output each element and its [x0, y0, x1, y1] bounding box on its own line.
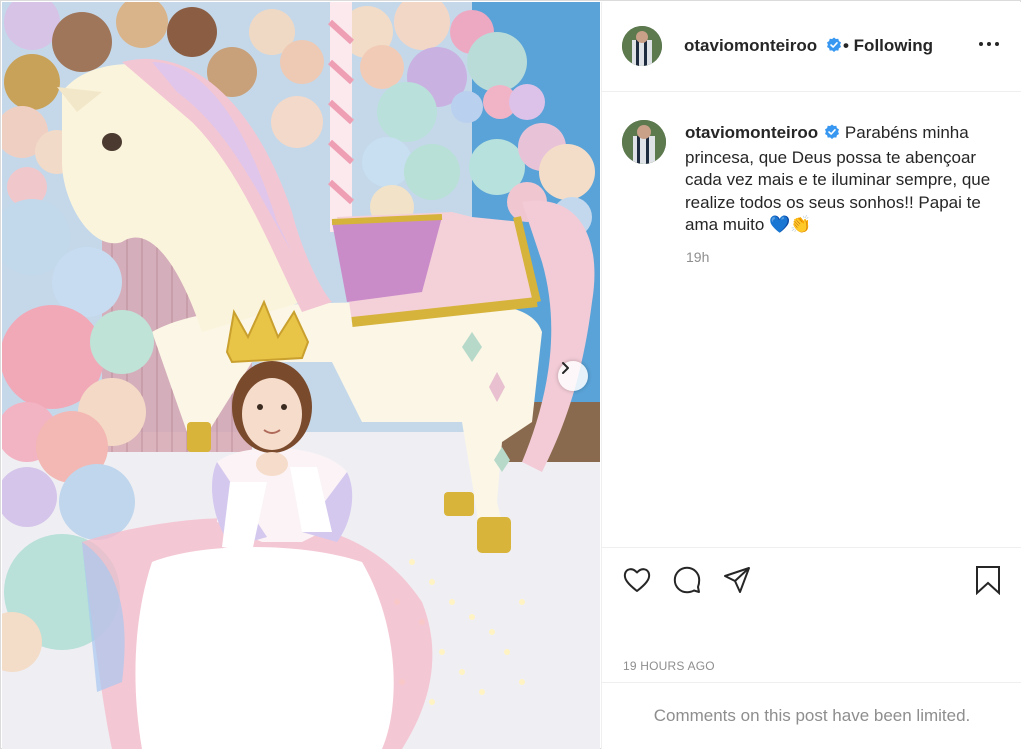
- verified-badge-icon: [826, 37, 842, 58]
- carousel-dot-active: [285, 723, 291, 729]
- post-photo[interactable]: [2, 2, 600, 749]
- carousel-dot: [305, 723, 311, 729]
- save-button[interactable]: [974, 565, 1002, 600]
- heart-icon: [623, 568, 651, 592]
- carousel-indicator: [285, 723, 311, 729]
- header-username-row: otaviomonteiroo: [684, 36, 842, 58]
- avatar[interactable]: [622, 26, 662, 66]
- verified-badge-icon: [824, 124, 840, 147]
- caption-time[interactable]: 19h: [686, 249, 709, 265]
- post-sidebar: otaviomonteiroo • Following otaviomontei…: [601, 2, 1021, 749]
- post-header: otaviomonteiroo • Following: [602, 2, 1021, 92]
- comments-limited-notice: Comments on this post have been limited.: [602, 682, 1021, 749]
- paper-plane-icon: [724, 567, 750, 593]
- post-timestamp[interactable]: 19 HOURS AGO: [623, 659, 715, 673]
- carousel-dot: [295, 723, 301, 729]
- following-button[interactable]: • Following: [843, 36, 933, 56]
- action-bar: [602, 547, 1021, 647]
- more-options-icon[interactable]: [979, 42, 999, 46]
- bookmark-icon: [976, 566, 1000, 596]
- comment-icon: [673, 566, 701, 594]
- chevron-right-icon: [562, 362, 569, 374]
- post-caption: otaviomonteiroo Parabéns minha princesa,…: [685, 122, 995, 237]
- profile-photo-icon: [622, 26, 662, 66]
- username-link[interactable]: otaviomonteiroo: [684, 36, 817, 55]
- photo-illustration: [2, 2, 600, 749]
- share-button[interactable]: [722, 565, 752, 600]
- caption-avatar[interactable]: [622, 120, 666, 164]
- instagram-post: otaviomonteiroo • Following otaviomontei…: [0, 0, 1021, 749]
- carousel-next-button[interactable]: [558, 361, 588, 391]
- comment-button[interactable]: [672, 565, 702, 600]
- profile-photo-icon: [622, 120, 666, 164]
- caption-username-link[interactable]: otaviomonteiroo: [685, 123, 818, 142]
- like-button[interactable]: [622, 565, 652, 600]
